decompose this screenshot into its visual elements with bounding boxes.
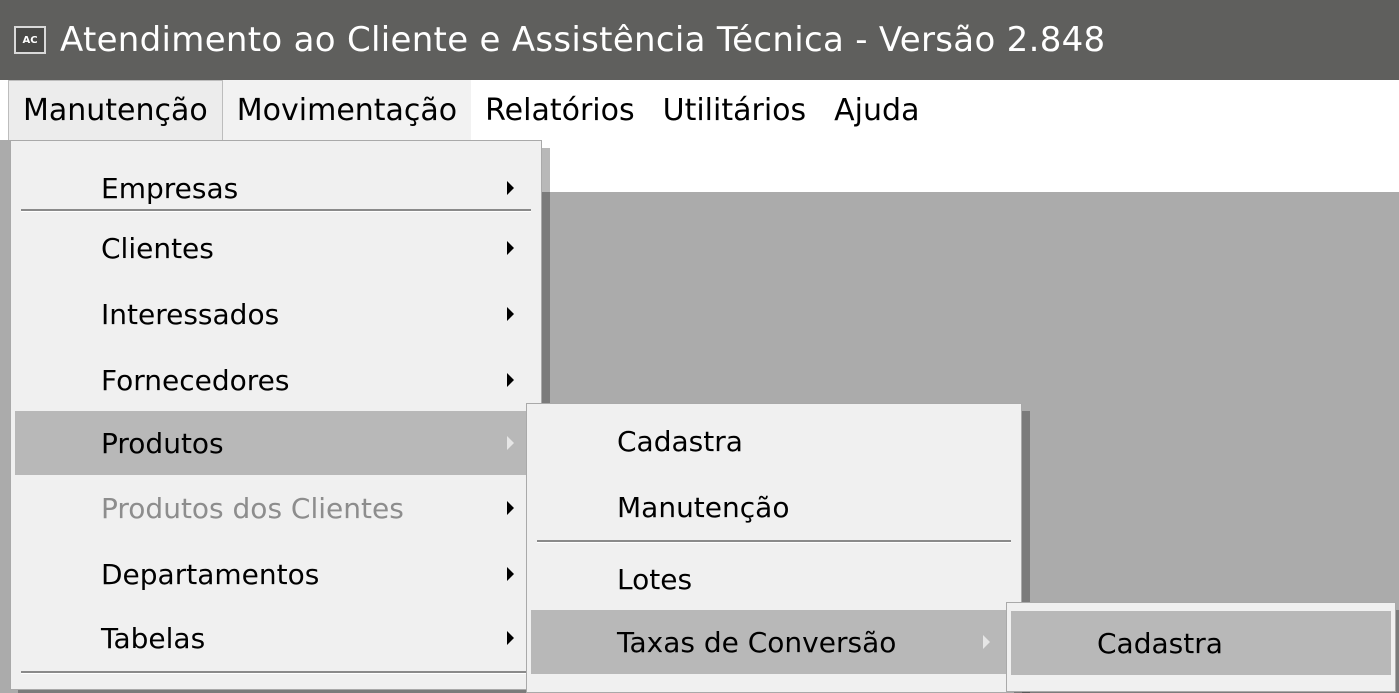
- menu-separator: [21, 209, 531, 212]
- menu-separator: [537, 540, 1011, 543]
- menu-item-fornecedores[interactable]: Fornecedores: [15, 349, 537, 411]
- menu-item-label: Produtos dos Clientes: [101, 491, 404, 525]
- menu-item-tabelas[interactable]: Tabelas: [15, 607, 537, 669]
- submenu-arrow-icon: [507, 181, 514, 195]
- menu-item-produtos[interactable]: Produtos: [15, 411, 537, 475]
- submenu-arrow-icon: [507, 501, 514, 515]
- submenu-arrow-icon: [983, 635, 990, 649]
- title-bar: AC Atendimento ao Cliente e Assistência …: [0, 0, 1399, 80]
- menu-item-cadastra-taxa[interactable]: Cadastra: [1011, 611, 1391, 675]
- submenu-arrow-icon: [507, 241, 514, 255]
- work-area: [540, 140, 1399, 192]
- app-icon: AC: [14, 26, 46, 54]
- menu-item-label: Manutenção: [617, 490, 790, 524]
- menu-separator: [21, 671, 531, 674]
- submenu-arrow-icon: [507, 373, 514, 387]
- menu-manutencao[interactable]: Manutenção: [8, 80, 223, 140]
- menu-ajuda[interactable]: Ajuda: [820, 80, 933, 140]
- menu-item-label: Produtos: [101, 426, 224, 460]
- manutencao-dropdown: Empresas Clientes Interessados Fornecedo…: [10, 140, 542, 690]
- menu-item-taxas-de-conversao[interactable]: Taxas de Conversão: [531, 610, 1017, 674]
- submenu-arrow-icon: [507, 307, 514, 321]
- produtos-submenu: Cadastra Manutenção Lotes Taxas de Conve…: [526, 403, 1022, 693]
- menu-item-interessados[interactable]: Interessados: [15, 283, 537, 345]
- menu-item-label: Lotes: [617, 562, 693, 596]
- submenu-arrow-icon: [507, 436, 514, 450]
- menu-item-label: Taxas de Conversão: [617, 625, 897, 659]
- menu-item-label: Cadastra: [617, 424, 743, 458]
- menu-item-label: Departamentos: [101, 557, 320, 591]
- menu-item-lotes[interactable]: Lotes: [531, 548, 1017, 610]
- menu-item-clientes[interactable]: Clientes: [15, 217, 537, 279]
- submenu-arrow-icon: [507, 631, 514, 645]
- menu-item-departamentos[interactable]: Departamentos: [15, 543, 537, 605]
- taxas-submenu: Cadastra: [1006, 602, 1396, 692]
- menu-relatorios[interactable]: Relatórios: [471, 80, 648, 140]
- menu-item-manutencao[interactable]: Manutenção: [531, 476, 1017, 538]
- menu-bar: Manutenção Movimentação Relatórios Utili…: [0, 80, 1399, 140]
- menu-item-label: Fornecedores: [101, 363, 290, 397]
- menu-item-label: Clientes: [101, 231, 214, 265]
- menu-item-label: Interessados: [101, 297, 280, 331]
- menu-utilitarios[interactable]: Utilitários: [649, 80, 821, 140]
- window-title: Atendimento ao Cliente e Assistência Téc…: [60, 20, 1106, 60]
- menu-item-label: Cadastra: [1097, 626, 1223, 660]
- menu-movimentacao[interactable]: Movimentação: [222, 80, 472, 140]
- submenu-arrow-icon: [507, 567, 514, 581]
- menu-item-cadastra[interactable]: Cadastra: [531, 410, 1017, 472]
- menu-item-produtos-dos-clientes[interactable]: Produtos dos Clientes: [15, 477, 537, 539]
- menu-item-label: Tabelas: [101, 621, 206, 655]
- menu-item-label: Empresas: [101, 171, 239, 205]
